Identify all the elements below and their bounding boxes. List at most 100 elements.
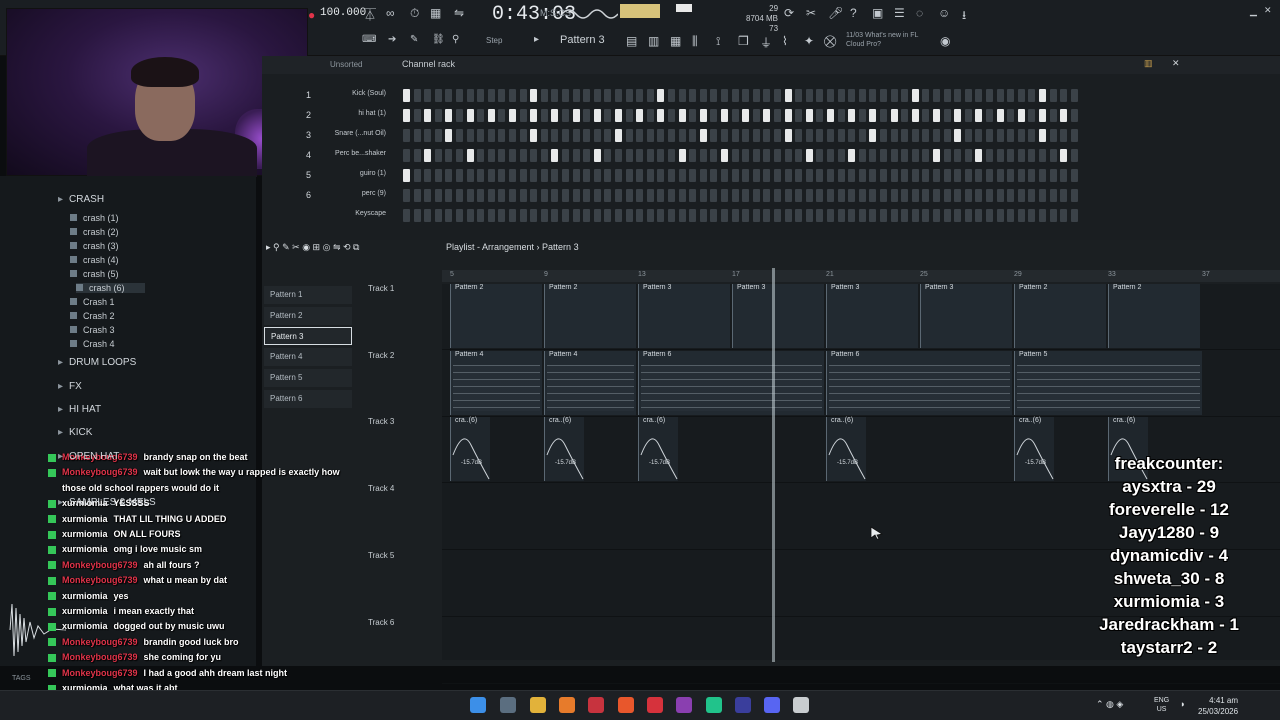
step-button[interactable] <box>530 109 538 122</box>
channel-row[interactable]: 2 hi hat (1) <box>262 106 1280 126</box>
channel-row[interactable]: 5 guiro (1) <box>262 166 1280 186</box>
step-button[interactable] <box>477 109 485 122</box>
step-button[interactable] <box>943 109 951 122</box>
step-button[interactable] <box>593 169 601 182</box>
language-indicator[interactable]: ENG US <box>1154 696 1169 714</box>
step-button[interactable] <box>477 169 485 182</box>
step-button[interactable] <box>604 149 612 162</box>
step-button[interactable] <box>403 209 410 222</box>
step-button[interactable] <box>487 89 495 102</box>
step-button[interactable] <box>933 189 940 202</box>
step-button[interactable] <box>816 169 824 182</box>
step-button[interactable] <box>593 149 601 162</box>
step-button[interactable] <box>625 189 633 202</box>
step-button[interactable] <box>964 149 972 162</box>
step-button[interactable] <box>1060 109 1068 122</box>
step-button[interactable] <box>668 89 675 102</box>
step-button[interactable] <box>731 189 739 202</box>
step-button[interactable] <box>837 89 845 102</box>
step-button[interactable] <box>710 169 718 182</box>
step-button[interactable] <box>774 109 781 122</box>
pattern-clip[interactable]: Pattern 5 <box>1014 350 1202 415</box>
step-button[interactable] <box>1028 169 1036 182</box>
step-button[interactable] <box>869 209 877 222</box>
track-header[interactable]: Track 5 <box>368 551 394 560</box>
pattern-list-item[interactable]: Pattern 5 <box>264 368 352 387</box>
step-button[interactable] <box>583 149 591 162</box>
browser-folder[interactable]: CRASH <box>58 194 104 205</box>
pattern-clip[interactable]: Pattern 2 <box>450 284 542 348</box>
step-button[interactable] <box>530 209 538 222</box>
step-button[interactable] <box>1039 149 1046 162</box>
step-button[interactable] <box>403 169 410 182</box>
pattern-clip[interactable]: Pattern 2 <box>1014 284 1106 348</box>
tags-label[interactable]: TAGS <box>12 675 31 682</box>
step-button[interactable] <box>975 149 983 162</box>
step-button[interactable] <box>572 189 580 202</box>
step-button[interactable] <box>509 169 516 182</box>
step-button[interactable] <box>403 89 410 102</box>
step-button[interactable] <box>964 129 972 142</box>
pattern-list-item[interactable]: Pattern 6 <box>264 389 352 408</box>
step-button[interactable] <box>731 169 739 182</box>
browser-icon[interactable]: ❒ <box>738 34 749 48</box>
step-button[interactable] <box>445 89 453 102</box>
step-button[interactable] <box>434 109 442 122</box>
pattern-clip[interactable]: Pattern 2 <box>544 284 636 348</box>
tray-icons[interactable]: ⌃ ◍ ◈ <box>1096 699 1123 710</box>
adobe-icon[interactable] <box>647 697 663 713</box>
step-button[interactable] <box>583 169 591 182</box>
step-button[interactable] <box>848 169 856 182</box>
step-button[interactable] <box>466 169 474 182</box>
step-button[interactable] <box>615 189 622 202</box>
step-button[interactable] <box>827 129 834 142</box>
view-mixer-icon[interactable]: ⫼ <box>692 34 698 49</box>
step-button[interactable] <box>922 109 930 122</box>
step-button[interactable] <box>943 89 951 102</box>
step-button[interactable] <box>1007 149 1015 162</box>
step-button[interactable] <box>890 109 898 122</box>
step-button[interactable] <box>477 189 485 202</box>
step-button[interactable] <box>774 89 781 102</box>
pattern-clip[interactable]: Pattern 6 <box>826 350 1012 415</box>
step-button[interactable] <box>805 89 813 102</box>
step-button[interactable] <box>1039 209 1046 222</box>
step-button[interactable] <box>413 89 421 102</box>
help-icon[interactable]: ? <box>850 6 857 20</box>
step-button[interactable] <box>646 149 654 162</box>
step-button[interactable] <box>922 129 930 142</box>
step-button[interactable] <box>721 129 728 142</box>
step-button[interactable] <box>880 129 887 142</box>
step-button[interactable] <box>593 89 601 102</box>
step-button[interactable] <box>1017 89 1025 102</box>
step-button[interactable] <box>911 149 919 162</box>
step-button[interactable] <box>922 189 930 202</box>
browser-item[interactable]: crash (6) <box>76 283 145 293</box>
cart-icon[interactable]: ⛒ <box>824 34 836 49</box>
step-button[interactable] <box>668 109 675 122</box>
step-button[interactable] <box>657 89 665 102</box>
step-button[interactable] <box>996 169 1004 182</box>
step-button[interactable] <box>583 209 591 222</box>
step-button[interactable] <box>1007 169 1015 182</box>
step-edit-icon[interactable]: ▦ <box>430 6 441 20</box>
close-icon[interactable]: ✕ <box>1264 5 1272 16</box>
step-button[interactable] <box>434 209 442 222</box>
step-button[interactable] <box>519 109 527 122</box>
pattern-list-item[interactable]: Pattern 1 <box>264 286 352 304</box>
step-button[interactable] <box>487 209 495 222</box>
step-button[interactable] <box>774 209 781 222</box>
step-button[interactable] <box>858 189 866 202</box>
volume-icon[interactable]: ◗ <box>1180 699 1185 709</box>
step-button[interactable] <box>498 149 506 162</box>
view-channel-rack-icon[interactable]: ▦ <box>670 34 681 48</box>
step-button[interactable] <box>413 189 421 202</box>
step-button[interactable] <box>837 209 845 222</box>
step-button[interactable] <box>572 89 580 102</box>
step-button[interactable] <box>434 169 442 182</box>
pattern-clip[interactable]: Pattern 2 <box>1108 284 1200 348</box>
step-button[interactable] <box>668 209 675 222</box>
step-button[interactable] <box>456 169 463 182</box>
step-button[interactable] <box>954 149 962 162</box>
step-button[interactable] <box>996 149 1004 162</box>
